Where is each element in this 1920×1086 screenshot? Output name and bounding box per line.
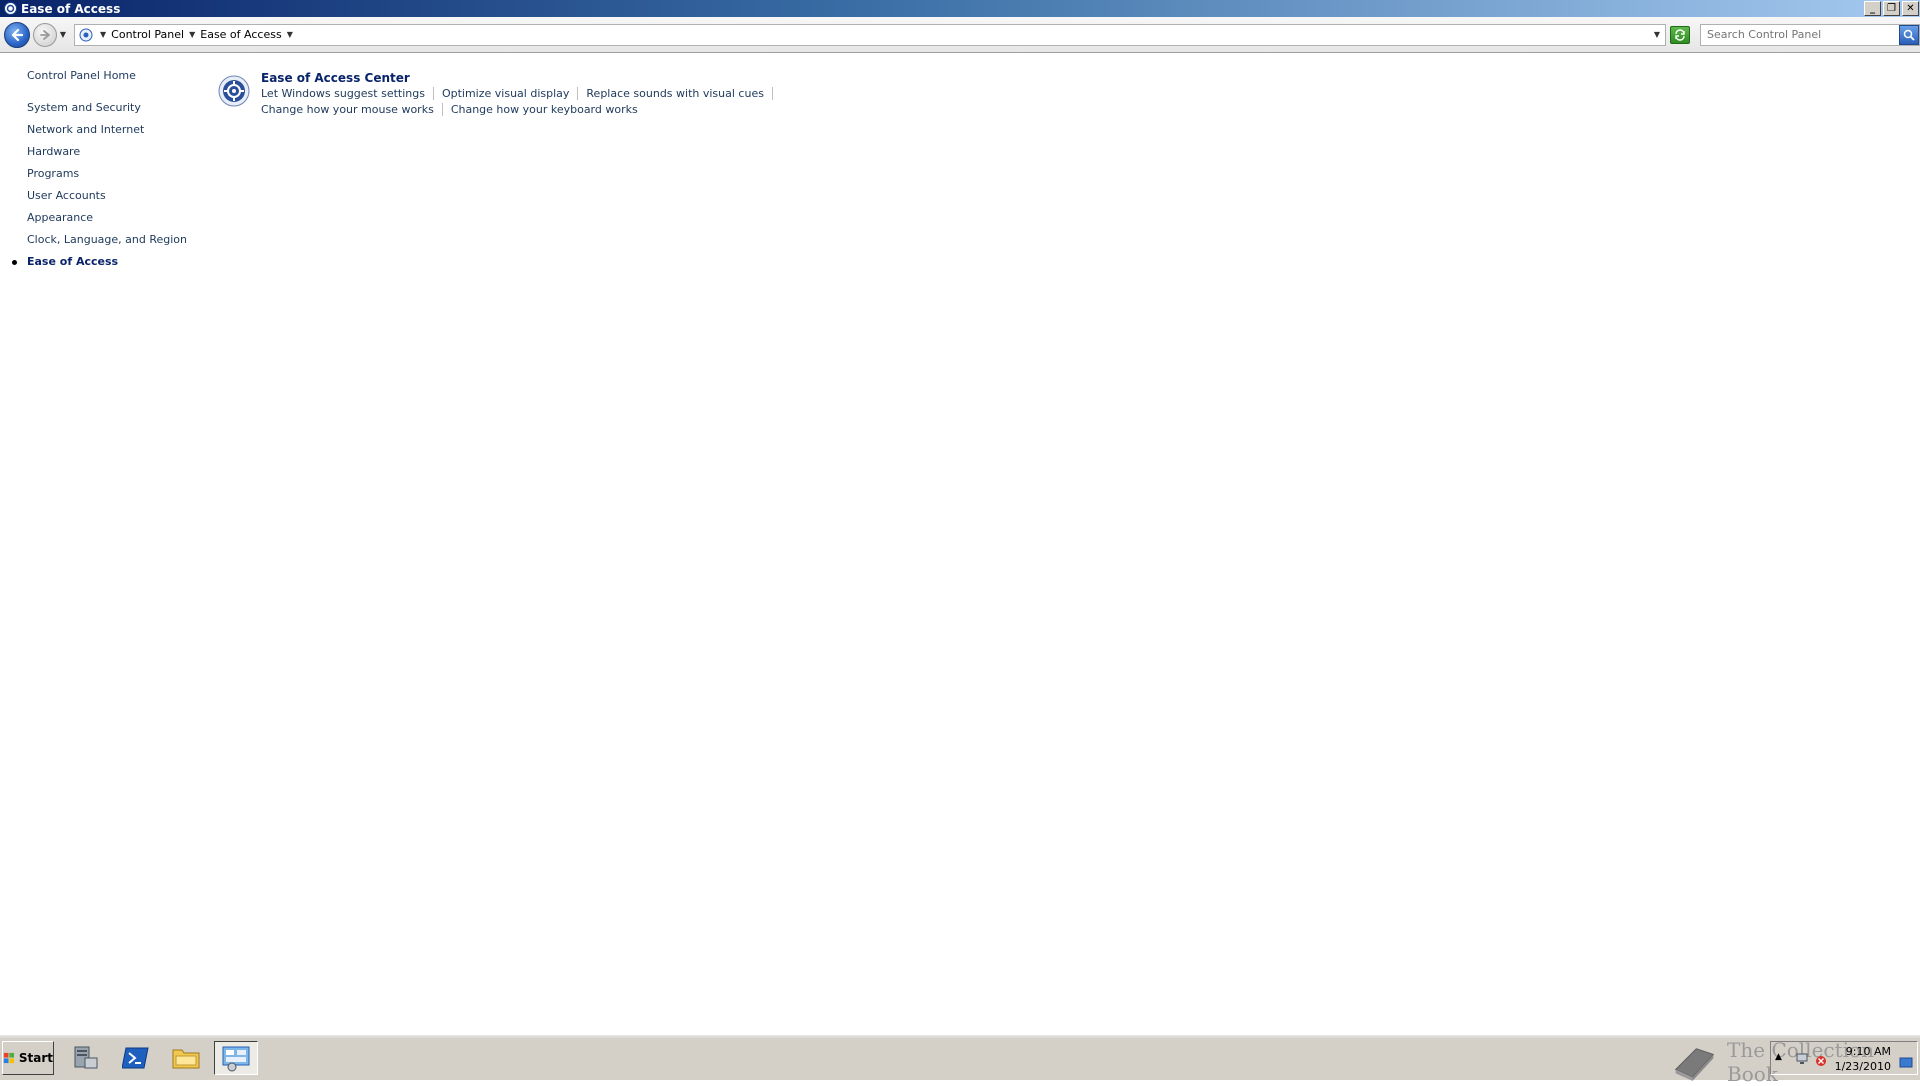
taskbar: Start The Collection Book ▲ 9:10 AM 1/23… xyxy=(0,1034,1920,1086)
active-item-bullet xyxy=(12,260,17,265)
clock-date[interactable]: 1/23/2010 xyxy=(1835,1060,1891,1073)
ease-of-access-center-link[interactable]: Ease of Access Center xyxy=(261,71,410,85)
nav-hardware[interactable]: Hardware xyxy=(27,145,80,158)
book-icon xyxy=(1674,1048,1715,1081)
change-mouse-settings-link[interactable]: Change how your mouse works xyxy=(261,103,434,116)
search-input[interactable] xyxy=(1701,25,1899,44)
recent-pages-dropdown[interactable]: ▼ xyxy=(58,25,68,45)
restore-button[interactable]: ❐ xyxy=(1883,1,1900,16)
show-hidden-icons-button[interactable]: ▲ xyxy=(1775,1052,1782,1062)
nav-clock-language-region[interactable]: Clock, Language, and Region xyxy=(27,233,187,246)
folder-icon xyxy=(172,1049,200,1069)
minimize-icon: _ xyxy=(1870,2,1875,14)
warning-icon[interactable] xyxy=(1815,1052,1827,1071)
windows-flag-icon xyxy=(3,1052,15,1064)
taskbar-windows-explorer[interactable] xyxy=(164,1041,208,1075)
system-tray: ▲ 9:10 AM 1/23/2010 xyxy=(1770,1041,1918,1075)
window-controls: _ ❐ ✕ xyxy=(1862,1,1919,16)
nav-control-panel-home[interactable]: Control Panel Home xyxy=(27,69,136,82)
nav-ease-of-access[interactable]: Ease of Access xyxy=(27,255,118,268)
arrow-right-icon xyxy=(40,29,50,40)
link-separator xyxy=(771,87,773,100)
server-manager-icon xyxy=(74,1046,98,1069)
taskbar-powershell[interactable] xyxy=(114,1041,158,1075)
restore-icon: ❐ xyxy=(1887,2,1896,14)
network-icon[interactable] xyxy=(1795,1051,1809,1070)
replace-sounds-with-visual-cues-link[interactable]: Replace sounds with visual cues xyxy=(586,87,764,100)
link-separator xyxy=(577,87,579,100)
breadcrumb-separator[interactable]: ▼ xyxy=(100,30,106,39)
show-desktop-button[interactable] xyxy=(1899,1054,1913,1073)
nav-user-accounts[interactable]: User Accounts xyxy=(27,189,106,202)
nav-system-and-security[interactable]: System and Security xyxy=(27,101,141,114)
let-windows-suggest-settings-link[interactable]: Let Windows suggest settings xyxy=(261,87,425,100)
left-navigation-pane: Control Panel Home System and Security N… xyxy=(0,54,210,1034)
arrow-left-icon xyxy=(11,28,24,41)
change-keyboard-settings-link[interactable]: Change how your keyboard works xyxy=(451,103,638,116)
breadcrumb-control-panel[interactable]: Control Panel xyxy=(111,28,184,41)
search-button[interactable] xyxy=(1899,24,1919,45)
minimize-button[interactable]: _ xyxy=(1864,1,1881,16)
breadcrumb-separator[interactable]: ▼ xyxy=(287,30,293,39)
ease-of-access-icon xyxy=(3,2,17,16)
nav-appearance[interactable]: Appearance xyxy=(27,211,93,224)
start-label: Start xyxy=(18,1051,53,1065)
address-dropdown-button[interactable]: ▼ xyxy=(1649,30,1665,39)
navigation-bar: ▼ ▼ Control Panel ▼ Ease of Access ▼ ▼ xyxy=(0,17,1920,53)
optimize-visual-display-link[interactable]: Optimize visual display xyxy=(442,87,569,100)
refresh-button[interactable] xyxy=(1670,25,1690,44)
taskbar-server-manager[interactable] xyxy=(64,1041,108,1075)
control-panel-icon xyxy=(222,1046,250,1072)
link-separator xyxy=(441,103,443,116)
task-links-row-1: Let Windows suggest settings Optimize vi… xyxy=(261,87,781,100)
address-bar[interactable]: ▼ Control Panel ▼ Ease of Access ▼ ▼ xyxy=(74,23,1666,46)
close-button[interactable]: ✕ xyxy=(1902,1,1919,16)
ease-of-access-center-icon[interactable] xyxy=(218,75,250,107)
powershell-icon xyxy=(122,1047,149,1069)
nav-network-and-internet[interactable]: Network and Internet xyxy=(27,123,144,136)
search-box xyxy=(1700,23,1920,46)
start-button[interactable]: Start xyxy=(2,1041,54,1075)
chevron-down-icon: ▼ xyxy=(59,30,67,39)
window-title: Ease of Access xyxy=(21,1,121,16)
breadcrumb-ease-of-access[interactable]: Ease of Access xyxy=(200,28,281,41)
clock-time[interactable]: 9:10 AM xyxy=(1846,1045,1891,1058)
task-links-row-2: Change how your mouse works Change how y… xyxy=(261,103,638,116)
close-icon: ✕ xyxy=(1906,2,1915,14)
refresh-icon xyxy=(1675,28,1685,41)
forward-button[interactable] xyxy=(33,22,57,47)
taskbar-control-panel[interactable] xyxy=(214,1041,258,1075)
control-panel-icon xyxy=(77,26,95,44)
link-separator xyxy=(432,87,434,100)
breadcrumb-separator[interactable]: ▼ xyxy=(189,30,195,39)
search-icon xyxy=(1903,29,1915,41)
title-bar: Ease of Access _ ❐ ✕ xyxy=(0,0,1920,17)
back-button[interactable] xyxy=(4,21,30,48)
nav-programs[interactable]: Programs xyxy=(27,167,79,180)
chevron-down-icon: ▼ xyxy=(1653,30,1661,39)
